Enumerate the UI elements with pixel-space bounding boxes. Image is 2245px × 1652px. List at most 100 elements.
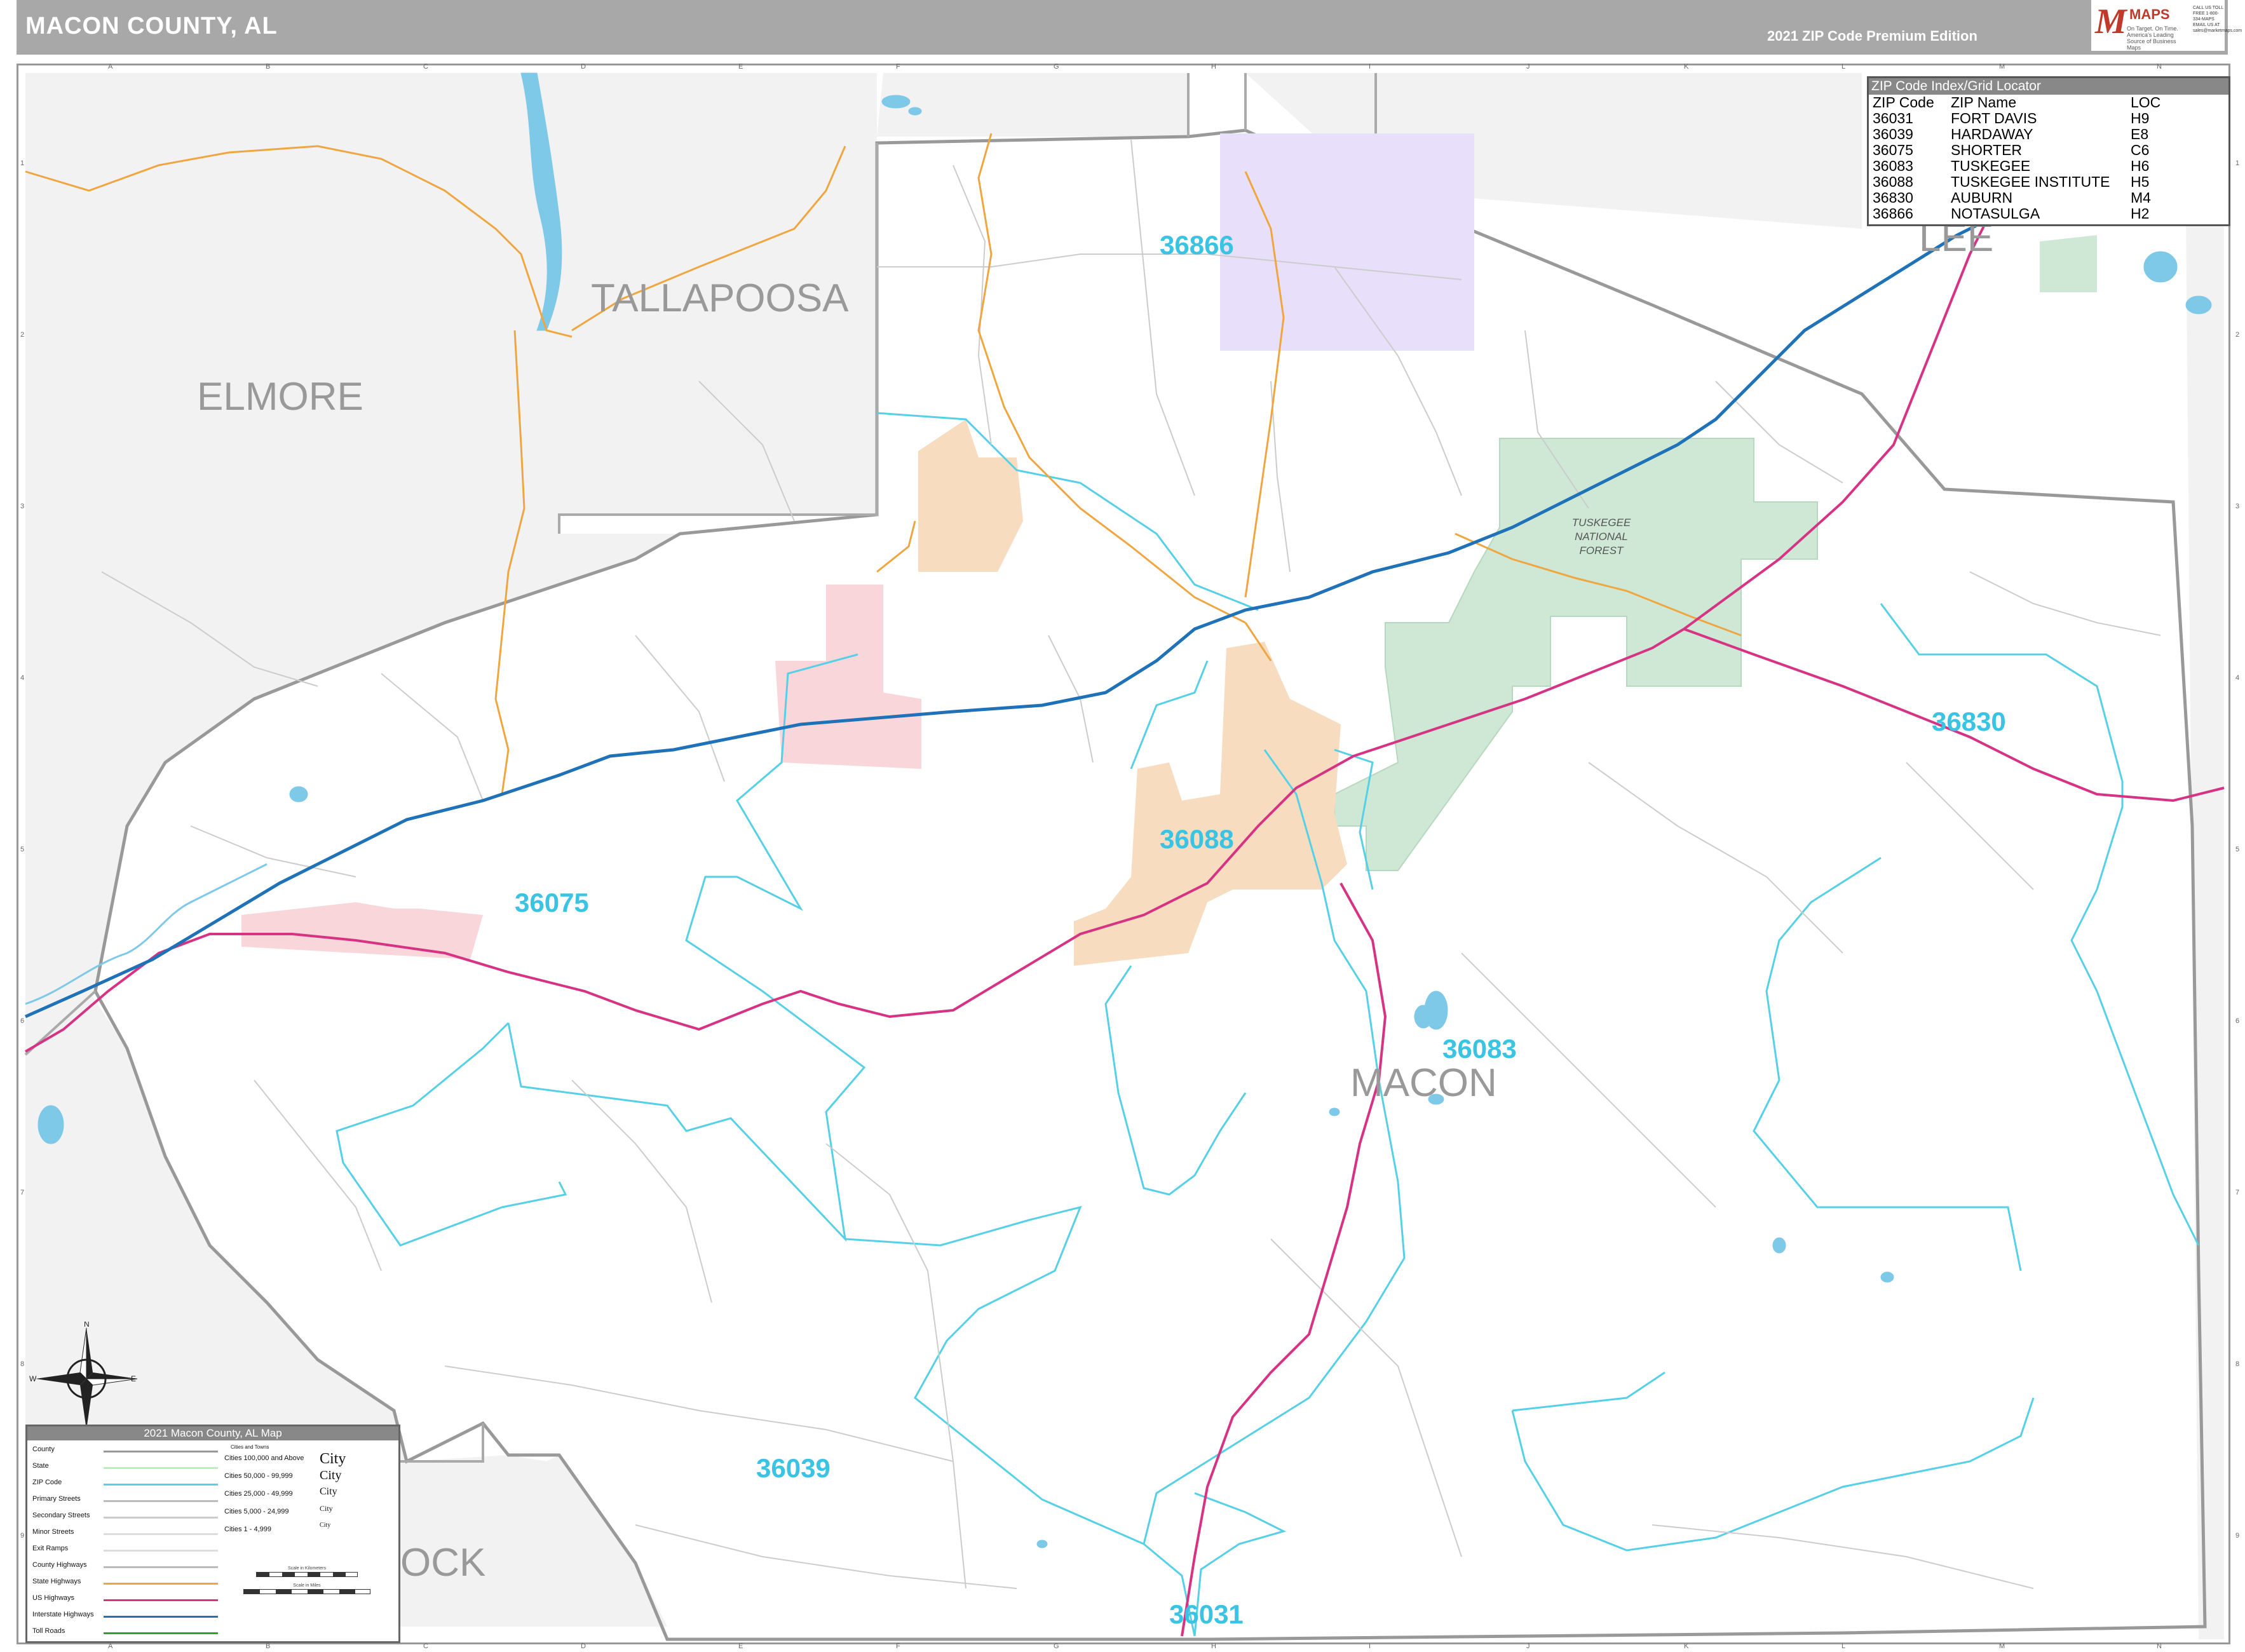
legend-item-label: State Highways [32, 1578, 81, 1585]
legend-item: Secondary Streets [32, 1510, 223, 1527]
legend-item: ZIP Code [32, 1477, 223, 1494]
zip-label-36088: 36088 [1160, 824, 1234, 854]
zip-index-row: 36866 NOTASULGA H2 [1870, 206, 2163, 222]
zip-code-cell: 36866 [1873, 205, 1913, 222]
legend-item: State Highways [32, 1576, 223, 1593]
legend-item-label: Toll Roads [32, 1627, 65, 1635]
legend-city-sample: City [320, 1451, 346, 1467]
legend-line-swatch [104, 1632, 218, 1634]
legend-item-label: Exit Ramps [32, 1545, 69, 1552]
compass-n: N [84, 1322, 90, 1329]
legend-item-label: Interstate Highways [32, 1611, 94, 1618]
map-legend: 2021 Macon County, AL Map County State ZIP… [25, 1425, 400, 1643]
grid-row-marker: 4 [2235, 674, 2239, 682]
zip-index-row: 36088 TUSKEGEE INSTITUTE H5 [1870, 174, 2163, 190]
grid-column-marker: L [1841, 1642, 1845, 1650]
grid-column-marker: C [423, 63, 428, 71]
grid-column-marker: B [266, 1642, 270, 1650]
zip-loc-cell: E8 [2131, 126, 2149, 142]
legend-item: Toll Roads [32, 1626, 223, 1642]
county-label-bullock: OCK [400, 1541, 485, 1585]
legend-city-row: Cities 50,000 - 99,999 City [224, 1468, 396, 1489]
zip-label-36083: 36083 [1442, 1034, 1517, 1064]
legend-city-row: Cities 5,000 - 24,999 City [224, 1504, 396, 1524]
zip-index-header: LOC [2131, 94, 2161, 111]
zip-name-cell: TUSKEGEE [1951, 158, 2031, 174]
zip-index-header: ZIP Code [1873, 94, 1934, 111]
legend-item-label: US Highways [32, 1594, 75, 1602]
legend-city-row: Cities 25,000 - 49,999 City [224, 1486, 396, 1506]
grid-row-marker: 8 [20, 1360, 24, 1368]
legend-line-swatch [104, 1583, 218, 1585]
forest-patch-lee [2040, 235, 2097, 292]
grid-column-marker: N [2157, 1642, 2162, 1650]
legend-city-row: Cities 1 - 4,999 City [224, 1522, 396, 1542]
legend-item: County Highways [32, 1560, 223, 1576]
legend-city-label: Cities 100,000 and Above [224, 1454, 304, 1462]
zip-label-36075: 36075 [515, 888, 589, 917]
grid-row-marker: 4 [20, 674, 24, 682]
shorter-town-fill [241, 902, 483, 959]
zip-loc-cell: H6 [2131, 158, 2150, 174]
grid-column-marker: A [108, 1642, 113, 1650]
compass-e: E [131, 1374, 136, 1383]
legend-city-sample: City [320, 1486, 337, 1497]
legend-line-swatch [104, 1550, 218, 1552]
grid-row-marker: 3 [20, 503, 24, 510]
zip-index-header: ZIP Name [1951, 94, 2017, 111]
grid-column-marker: L [1841, 63, 1845, 71]
zip-code-cell: 36031 [1873, 110, 1913, 126]
legend-item: US Highways [32, 1593, 223, 1609]
legend-item: State [32, 1461, 223, 1477]
legend-city-sample: City [320, 1468, 342, 1482]
grid-row-marker: 3 [2235, 503, 2239, 510]
forest-label: TUSKEGEE NATIONAL FOREST [1572, 517, 1631, 557]
zip-label-36031: 36031 [1169, 1599, 1244, 1629]
grid-column-marker: A [108, 63, 113, 71]
grid-column-marker: M [1999, 63, 2005, 71]
zip-loc-cell: H2 [2131, 205, 2150, 222]
legend-city-sample: City [320, 1522, 331, 1529]
grid-row-marker: 9 [2235, 1532, 2239, 1540]
grid-column-marker: G [1054, 63, 1059, 71]
legend-item-label: Secondary Streets [32, 1512, 90, 1519]
grid-column-marker: F [896, 63, 900, 71]
zip-loc-cell: M4 [2131, 189, 2151, 206]
compass-rose-icon: N S W E [29, 1322, 138, 1436]
zip-loc-cell: C6 [2131, 142, 2150, 158]
zip-loc-cell: H5 [2131, 173, 2150, 190]
tuskegee-city-fill [1074, 642, 1347, 966]
legend-item: Minor Streets [32, 1527, 223, 1543]
legend-city-label: Cities 50,000 - 99,999 [224, 1472, 293, 1480]
legend-item-label: State [32, 1462, 49, 1470]
zip-index-caption: ZIP Code Index/Grid Locator [1869, 78, 2228, 95]
zip-label-36830: 36830 [1932, 707, 2006, 736]
legend-line-swatch [104, 1517, 218, 1519]
grid-column-marker: E [738, 63, 743, 71]
legend-city-label: Cities 1 - 4,999 [224, 1526, 271, 1533]
legend-item-label: Primary Streets [32, 1495, 81, 1503]
grid-column-marker: K [1684, 1642, 1689, 1650]
zip-index-header-row: ZIP Code ZIP Name LOC [1870, 95, 2163, 111]
legend-city-label: Cities 5,000 - 24,999 [224, 1508, 289, 1515]
legend-item: County [32, 1444, 223, 1461]
grid-column-marker: D [581, 63, 586, 71]
zip-label-36866: 36866 [1160, 230, 1234, 260]
zip-index-table: ZIP Code ZIP Name LOC 36031 FORT DAVIS H9 … [1870, 95, 2163, 222]
grid-column-marker: B [266, 63, 270, 71]
county-label-elmore: ELMORE [197, 375, 363, 419]
compass-w: W [29, 1374, 37, 1383]
tuskegee-national-forest-area [1334, 438, 1818, 871]
legend-item-label: County Highways [32, 1561, 87, 1569]
grid-row-marker: 6 [2235, 1017, 2239, 1025]
legend-line-swatch [104, 1533, 218, 1535]
zip-index-row: 36031 FORT DAVIS H9 [1870, 111, 2163, 126]
zip-name-cell: NOTASULGA [1951, 205, 2040, 222]
grid-row-marker: 5 [20, 846, 24, 853]
zip-label-36039: 36039 [756, 1453, 831, 1483]
grid-column-marker: I [1369, 1642, 1371, 1650]
county-map[interactable]: A A B B C C D D E E F F G G H H I I J J K K L L M M N N 1 1 2 2 3 3 4 4 5 5 6 6… [0, 0, 2245, 1652]
legend-item-label: ZIP Code [32, 1479, 62, 1486]
zip-index-row: 36083 TUSKEGEE H6 [1870, 158, 2163, 174]
scale-km-label: Scale in Kilometers [288, 1566, 326, 1571]
